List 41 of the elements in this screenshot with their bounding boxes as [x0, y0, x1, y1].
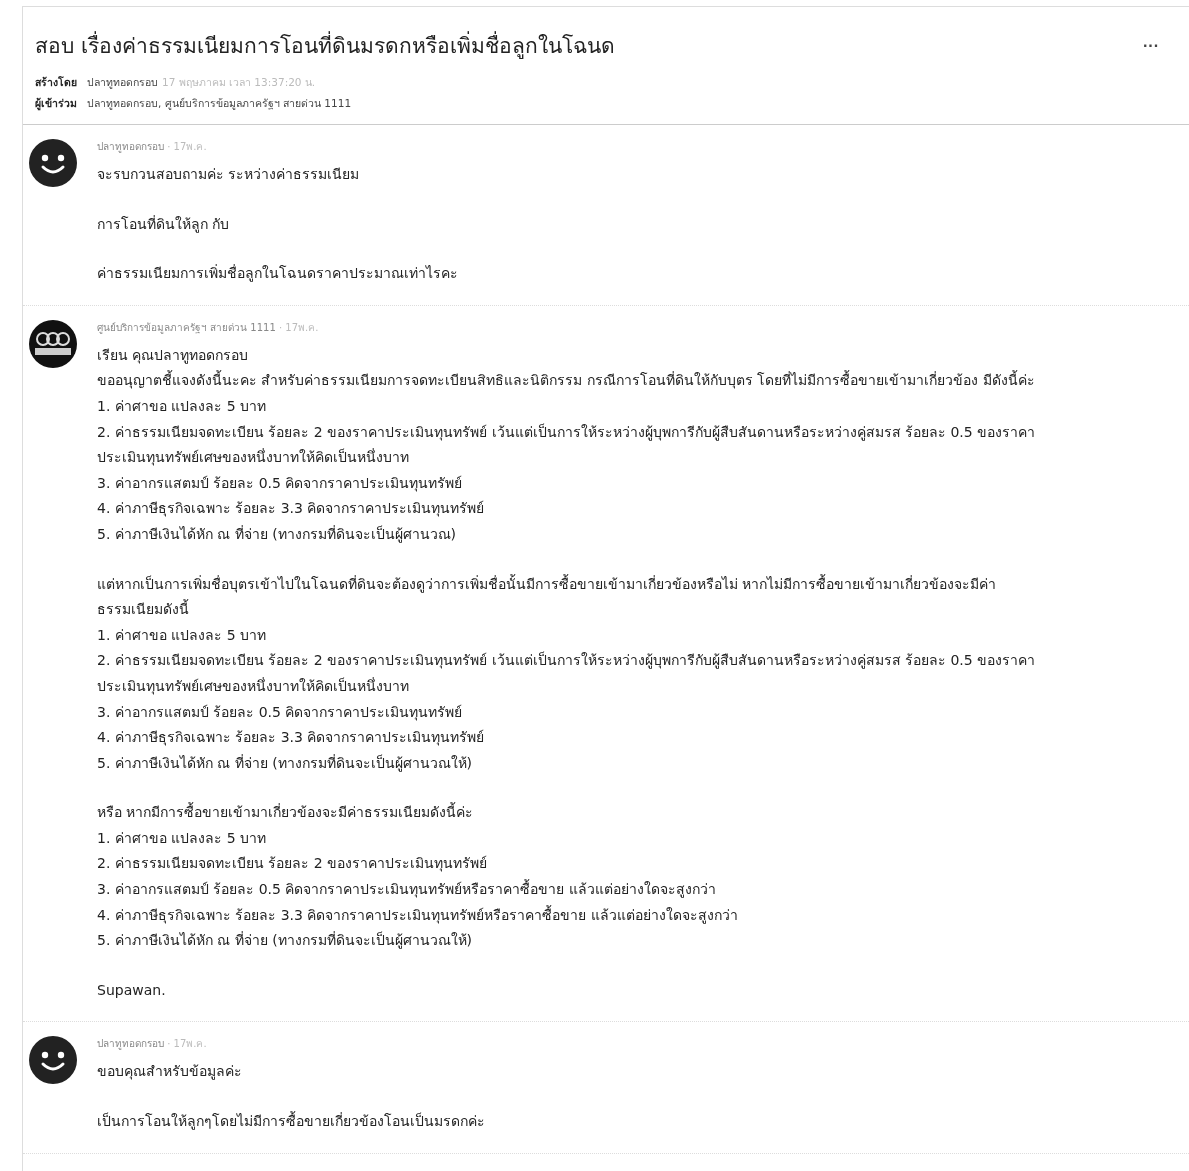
more-menu-button[interactable]: ···: [1139, 36, 1163, 55]
participants-label: ผู้เข้าร่วม: [35, 96, 77, 112]
message-text: ขอบคุณสำหรับข้อมูลค่ะ: [97, 1062, 243, 1082]
message-text: ขออนุญาตชี้แจงดังนี้นะคะ สำหรับค่าธรรมเนียมการจดทะเบียนสิทธิและนิติกรรม กรณีการโอนที่ดินให้กับบุตร โดยที่ไม่มีการซื้อขายเข้ามาเกี่ยวข้อง มีดังนี้ค่ะ: [97, 369, 1036, 391]
message-text: 5. ค่าภาษีเงินได้หัก ณ ที่จ่าย (ทางกรมที่ดินจะเป็นผู้ศานวณ): [97, 524, 458, 545]
message-text: 2. ค่าธรรมเนียมจดทะเบียน ร้อยละ 2 ของราคาประเมินทุนทรัพย์ เว้นแต่เป็นการให้ระหว่างผู้บุพการีกับผู้สืบสันดานหรือระหว่างคู่สมรส ร้อยละ 0.5 ของราคา: [97, 422, 1037, 443]
message-text: 1. ค่าศาขอ แปลงละ 5 บาท: [97, 828, 268, 848]
smiley-avatar-icon: [29, 1036, 77, 1085]
message-author-line: ปลาทูทอดกรอบ · 17พ.ค.: [97, 140, 208, 154]
created-date: 17 พฤษภาคม เวลา 13:37:20 น.: [162, 75, 316, 90]
message-text: 3. ค่าอากรแสตมป์ ร้อยละ 0.5 คิดจากราคาประเมินทุนทรัพย์: [97, 473, 464, 494]
message-text: 2. ค่าธรรมเนียมจดทะเบียน ร้อยละ 2 ของราคาประเมินทุนทรัพย์ เว้นแต่เป็นการให้ระหว่างผู้บุพการีกับผู้สืบสันดานหรือระหว่างคู่สมรส ร้อยละ 0.5 ของราคา: [97, 650, 1037, 671]
creator-name: ปลาทูทอดกรอบ: [87, 75, 158, 91]
message-text: เป็นการโอนให้ลูกๆโดยไม่มีการซื้อขายเกี่ยวข้องโอนเป็นมรดกค่ะ: [97, 1110, 486, 1132]
message-text: 5. ค่าภาษีเงินได้หัก ณ ที่จ่าย (ทางกรมที่ดินจะเป็นผู้ศานวณให้): [97, 930, 474, 951]
message-text: ธรรมเนียมดังนี้: [97, 598, 190, 620]
created-by-label: สร้างโดย: [35, 75, 77, 90]
logo-avatar-icon: [29, 319, 77, 368]
message-text: 3. ค่าอากรแสตมป์ ร้อยละ 0.5 คิดจากราคาประเมินทุนทรัพย์: [97, 702, 464, 723]
conversation-title: สอบ เรื่องค่าธรรมเนียมการโอนที่ดินมรดกหรือเพิ่มชื่อลูกในโฉนด: [35, 29, 615, 62]
message-text: 5. ค่าภาษีเงินได้หัก ณ ที่จ่าย (ทางกรมที่ดินจะเป็นผู้ศานวณให้): [97, 753, 474, 774]
message-text: 2. ค่าธรรมเนียมจดทะเบียน ร้อยละ 2 ของราคาประเมินทุนทรัพย์: [97, 854, 489, 874]
message-text: ประเมินทุนทรัพย์เศษของหนึ่งบาทให้คิดเป็นหนึ่งบาท: [97, 447, 410, 468]
message-text: 1. ค่าศาขอ แปลงละ 5 บาท: [97, 625, 268, 645]
message-text: แต่หากเป็นการเพิ่มชื่อบุตรเข้าไปในโฉนดที่ดินจะต้องดูว่าการเพิ่มชื่อนั้นมีการซื้อขายเข้ามาเกี่ยวข้องหรือไม่ หากไม่มีการซื้อขายเข้ามาเกี่ยวข้องจะมีค่า: [97, 573, 998, 595]
message-author-line: ศูนย์บริการข้อมูลภาครัฐฯ สายด่วน 1111 · 17พ.ค.: [97, 320, 320, 335]
message-text: 4. ค่าภาษีธุรกิจเฉพาะ ร้อยละ 3.3 คิดจากราคาประเมินทุนทรัพย์: [97, 499, 486, 519]
participants-list: ปลาทูทอดกรอบ, ศูนย์บริการข้อมูลภาครัฐฯ สายด่วน 1111: [87, 95, 352, 112]
message-text: 4. ค่าภาษีธุรกิจเฉพาะ ร้อยละ 3.3 คิดจากราคาประเมินทุนทรัพย์หรือราคาซื้อขาย แล้วแต่อย่างใดจะสูงกว่า: [97, 904, 739, 926]
message-text: 1. ค่าศาขอ แปลงละ 5 บาท: [97, 396, 268, 416]
message-author-line: ปลาทูทอดกรอบ · 17พ.ค.: [97, 1037, 208, 1052]
message-text: 3. ค่าอากรแสตมป์ ร้อยละ 0.5 คิดจากราคาประเมินทุนทรัพย์หรือราคาซื้อขาย แล้วแต่อย่างใดจะสูงกว่า: [97, 878, 717, 900]
smiley-avatar-icon: [29, 139, 77, 187]
message-text: ประเมินทุนทรัพย์เศษของหนึ่งบาทให้คิดเป็นหนึ่งบาท: [97, 676, 410, 697]
message-text: ค่าธรรมเนียมการเพิ่มชื่อลูกในโฉนดราคาประมาณเท่าไรคะ: [97, 263, 459, 284]
message-text: Supawan.: [97, 980, 167, 1000]
message-text: จะรบกวนสอบถามค่ะ ระหว่างค่าธรรมเนียม: [97, 165, 361, 184]
message-text: การโอนที่ดินให้ลูก กับ: [97, 214, 231, 235]
message-text: เรียน คุณปลาทูทอดกรอบ: [97, 345, 250, 366]
message-text: หรือ หากมีการซื้อขายเข้ามาเกี่ยวข้องจะมีค่าธรรมเนียมดังนี้ค่ะ: [97, 801, 475, 823]
message-text: 4. ค่าภาษีธุรกิจเฉพาะ ร้อยละ 3.3 คิดจากราคาประเมินทุนทรัพย์: [97, 728, 486, 748]
